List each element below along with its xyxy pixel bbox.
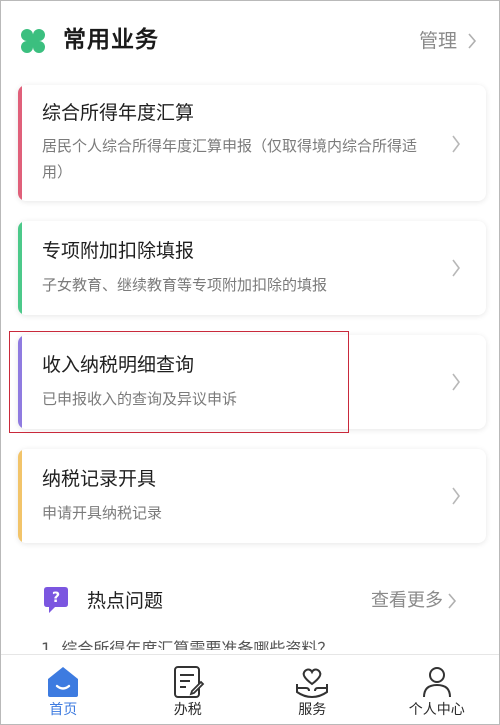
card-title: 纳税记录开具 [42,468,157,490]
user-icon [422,667,451,698]
section-header: 常用业务 管理 [1,1,499,81]
card-tax-record[interactable]: 纳税记录开具 申请开具纳税记录 [18,449,486,543]
chevron-right-icon [452,487,460,505]
tax-form-icon [173,666,205,698]
card-title: 专项附加扣除填报 [42,240,195,262]
card-accent-bar [18,449,22,543]
card-description: 已申报收入的查询及异议申诉 [42,390,238,408]
nav-item-profile[interactable]: 个人中心 [375,655,500,724]
home-icon [48,667,79,697]
card-description: 申请开具纳税记录 [42,504,163,522]
nav-item-home[interactable]: 首页 [1,655,126,724]
nav-label: 办税 [173,702,202,718]
card-annual-settlement[interactable]: 综合所得年度汇算 居民个人综合所得年度汇算申报（仅取得境内综合所得适用） [18,85,486,201]
card-accent-bar [18,335,22,429]
card-accent-bar [18,221,22,315]
card-accent-bar [18,85,22,201]
nav-item-tax[interactable]: 办税 [126,655,251,724]
nav-label: 个人中心 [408,702,465,718]
clover-logo-icon [21,29,45,53]
card-description: 子女教育、继续教育等专项附加扣除的填报 [42,276,328,294]
chevron-right-icon [448,593,457,609]
view-more-label: 查看更多 [371,590,443,611]
chevron-right-icon [452,135,460,153]
bottom-nav: 首页 办税 服务 个人中心 [1,654,500,724]
card-title: 收入纳税明细查询 [42,354,195,376]
chevron-right-icon [452,259,460,277]
card-description: 居民个人综合所得年度汇算申报（仅取得境内综合所得适用） [42,137,418,181]
manage-label: 管理 [418,30,457,52]
section-title: 常用业务 [63,27,159,53]
chevron-right-icon [468,33,477,49]
manage-button[interactable]: 管理 [419,26,477,56]
svg-text:?: ? [52,590,60,606]
app-frame: 常用业务 管理 综合所得年度汇算 居民个人综合所得年度汇算申报（仅取得境内综合所… [0,0,500,725]
card-income-tax-query[interactable]: 收入纳税明细查询 已申报收入的查询及异议申诉 [18,335,486,429]
hot-topics-header: ? 热点问题 查看更多 [1,583,499,627]
nav-label: 首页 [49,702,78,718]
chevron-right-icon [452,373,460,391]
card-title: 综合所得年度汇算 [42,102,195,124]
view-more-link[interactable]: 查看更多 [371,587,457,615]
hot-topic-item[interactable]: 1. 综合所得年度汇算需要准备哪些资料？ [41,639,461,650]
card-special-deduction[interactable]: 专项附加扣除填报 子女教育、继续教育等专项附加扣除的填报 [18,221,486,315]
nav-item-service[interactable]: 服务 [250,655,375,724]
nav-label: 服务 [298,702,327,718]
heart-hand-icon [296,668,329,699]
hot-topics-title: 热点问题 [87,590,164,612]
question-bubble-icon: ? [44,587,68,613]
